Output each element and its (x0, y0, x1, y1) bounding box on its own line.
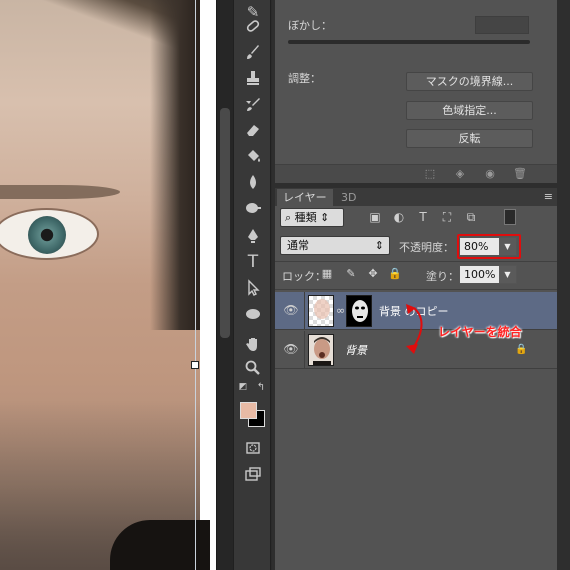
filter-toggle[interactable] (504, 209, 516, 225)
layer-thumbnail[interactable] (308, 295, 334, 327)
divider (275, 261, 557, 262)
layer-mask-thumbnail[interactable] (346, 295, 372, 327)
fill-field[interactable]: 100% ▼ (459, 265, 517, 284)
layer-name: 背景 (345, 344, 367, 357)
drop-icon[interactable] (239, 170, 267, 194)
lock-pixels-icon[interactable]: ✎ (344, 267, 358, 281)
properties-footer: ⬚ ◈ ◉ 🗑 (275, 164, 557, 183)
layers-tabbar: レイヤー 3D ≡ (275, 188, 557, 206)
properties-panel: ぼかし： 調整： マスクの境界線... 色域指定... 反転 ⬚ ◈ ◉ 🗑 (275, 0, 557, 183)
iris (28, 216, 66, 254)
panel-menu-icon[interactable]: ≡ (544, 190, 553, 203)
transform-handle[interactable] (191, 361, 199, 369)
scrollbar-thumb[interactable] (220, 108, 230, 338)
type-icon[interactable]: T (239, 250, 267, 274)
eyebrow (0, 185, 120, 199)
paint-bucket-icon[interactable] (239, 144, 267, 168)
brush-icon[interactable] (239, 40, 267, 64)
layer-filter-select[interactable]: ⌕ 種類 ⇕ (280, 208, 344, 227)
select-arrow-icon[interactable] (239, 276, 267, 300)
pen-icon[interactable] (239, 224, 267, 248)
ellipse-icon[interactable] (239, 302, 267, 326)
stamp-icon[interactable] (239, 66, 267, 90)
adjustment-filter-icon[interactable]: ◐ (392, 210, 406, 224)
selection-guide (195, 0, 196, 570)
selection-from-mask-icon[interactable]: ⬚ (423, 167, 437, 181)
spot-healing-icon[interactable] (239, 14, 267, 38)
divider (304, 331, 305, 369)
screen-mode-icon[interactable] (239, 462, 267, 486)
tab-3d[interactable]: 3D (335, 189, 362, 206)
blend-mode-value: 通常 (287, 239, 309, 252)
photoshop-window: ✎ T ◩ ↰ ぼかし： 調整： マスクの境界線... 色域指定... 反転 ⬚… (0, 0, 570, 570)
trash-icon[interactable]: 🗑 (513, 167, 527, 181)
fill-label: 塗り： (426, 270, 459, 283)
dropdown-arrows-icon: ⇕ (374, 239, 384, 252)
opacity-label: 不透明度： (399, 241, 454, 254)
type-filter-icon[interactable]: T (416, 210, 430, 224)
blur-label: ぼかし： (288, 19, 332, 32)
merge-layers-annotation: レイヤーを統合 (438, 325, 522, 339)
chevron-down-icon[interactable]: ▼ (499, 266, 516, 283)
swap-colors-icon[interactable]: ↰ (254, 380, 268, 394)
blur-slider[interactable] (288, 40, 530, 44)
link-icon[interactable]: ∞ (336, 304, 345, 317)
lock-icon: 🔒 (515, 344, 528, 355)
quick-mask-icon[interactable] (239, 436, 267, 460)
hair-side (150, 0, 200, 330)
layer-thumbnail[interactable] (308, 334, 334, 366)
eye-icon[interactable]: 👁 (283, 342, 299, 356)
smart-object-filter-icon[interactable]: ⧉ (464, 210, 478, 224)
eye-icon[interactable]: 👁 (283, 303, 299, 317)
invert-button[interactable]: 反転 (406, 129, 533, 148)
foreground-color-swatch[interactable] (240, 402, 257, 419)
pixel-filter-icon[interactable]: ▣ (368, 210, 382, 224)
eraser-icon[interactable] (239, 118, 267, 142)
blend-mode-select[interactable]: 通常 ⇕ (280, 236, 390, 255)
history-brush-icon[interactable] (239, 92, 267, 116)
lock-all-icon[interactable]: 🔒 (388, 267, 402, 281)
filter-label: 種類 (294, 211, 317, 224)
layers-panel: レイヤー 3D ≡ ⌕ 種類 ⇕ ▣ ◐ T ⛶ ⧉ 通常 ⇕ 不透明度： 80%… (275, 188, 557, 570)
lock-position-icon[interactable]: ✥ (366, 267, 380, 281)
blur-input[interactable] (475, 16, 529, 34)
lock-transparent-icon[interactable]: ▦ (320, 267, 334, 281)
divider (304, 292, 305, 330)
default-colors-icon[interactable]: ◩ (236, 380, 250, 394)
apply-mask-icon[interactable]: ◈ (453, 167, 467, 181)
fill-value: 100% (464, 268, 496, 281)
dodge-icon[interactable] (239, 196, 267, 220)
document-canvas[interactable] (0, 0, 216, 570)
canvas-scrollbar[interactable] (216, 0, 233, 570)
tab-layers[interactable]: レイヤー (277, 189, 333, 206)
shape-filter-icon[interactable]: ⛶ (440, 210, 454, 224)
divider (275, 289, 557, 290)
adjust-label: 調整： (288, 72, 321, 85)
tools-panel: ✎ T ◩ ↰ (233, 0, 271, 570)
right-panel-dock: ぼかし： 調整： マスクの境界線... 色域指定... 反転 ⬚ ◈ ◉ 🗑 レ… (272, 0, 570, 570)
hand-icon[interactable] (239, 332, 267, 356)
color-range-button[interactable]: 色域指定... (406, 101, 533, 120)
zoom-icon[interactable] (239, 356, 267, 380)
mask-edge-button[interactable]: マスクの境界線... (406, 72, 533, 91)
opacity-highlight (457, 234, 521, 259)
visibility-icon[interactable]: ◉ (483, 167, 497, 181)
